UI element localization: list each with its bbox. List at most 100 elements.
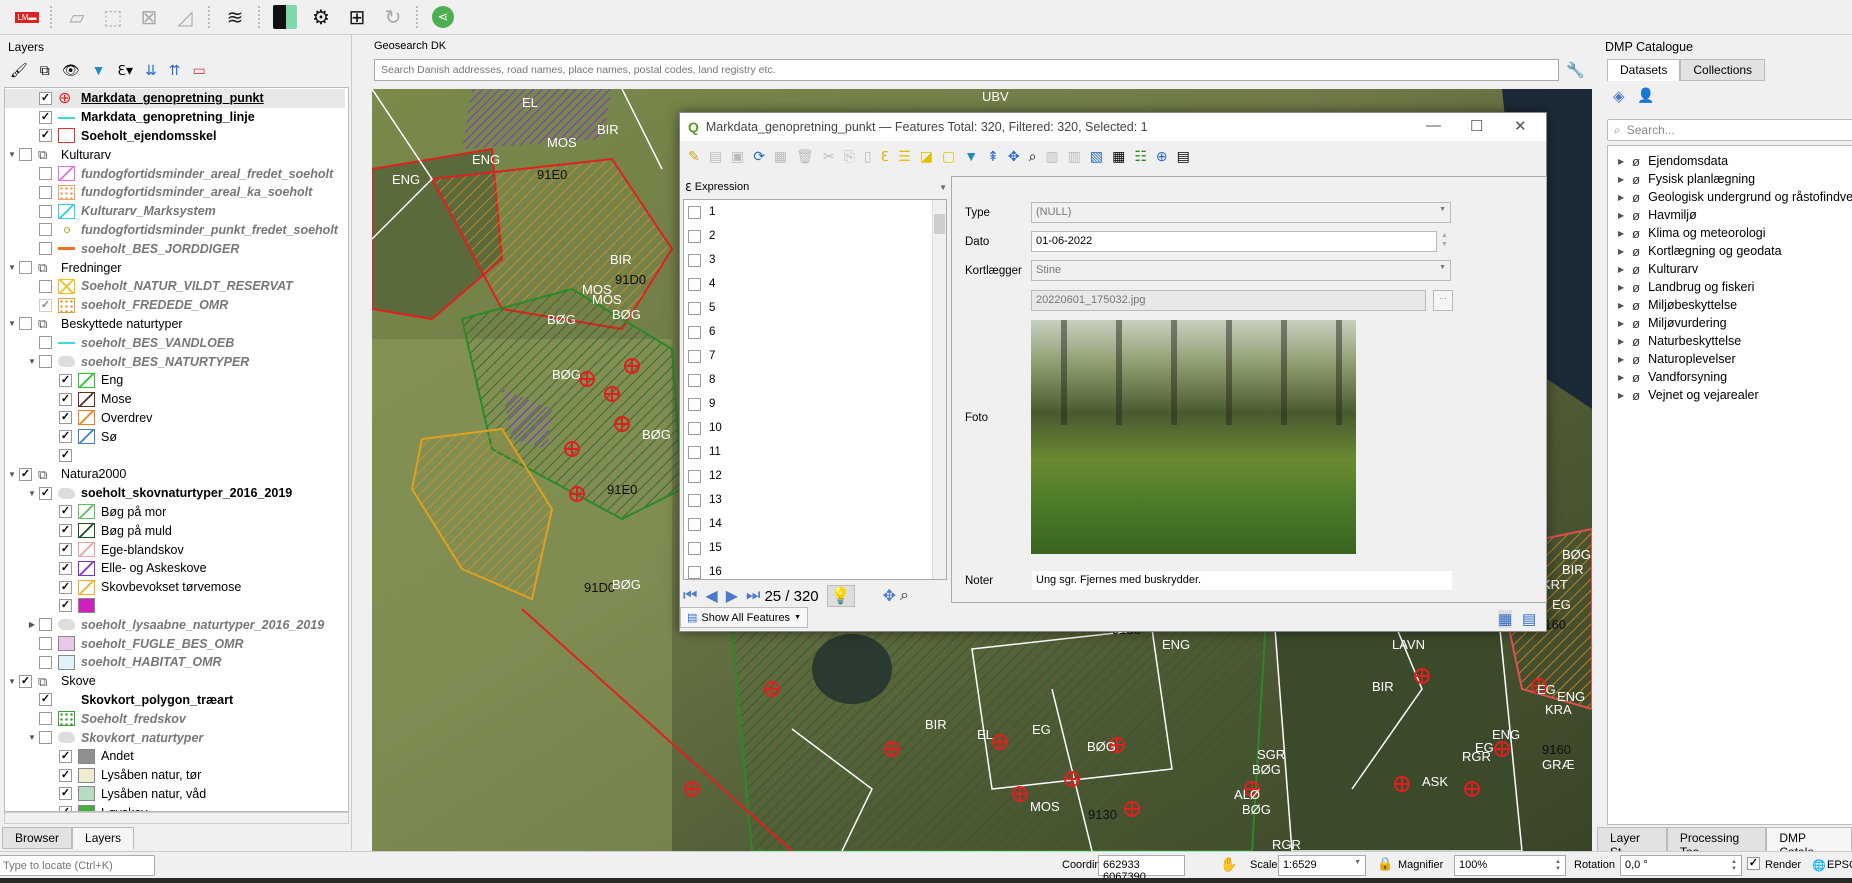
feature-point-marker[interactable]	[1464, 781, 1480, 797]
highlight-button[interactable]: 💡	[826, 585, 855, 607]
close-button[interactable]: ✕	[1514, 117, 1527, 135]
dataset-category[interactable]: ▶ ø Miljøvurdering	[1618, 314, 1727, 332]
save-icon[interactable]: ▣	[731, 148, 744, 165]
last-feature-button[interactable]: ⏭	[746, 587, 760, 605]
layer-visibility-checkbox[interactable]: ✓	[39, 693, 52, 707]
layer-visibility-checkbox[interactable]	[39, 167, 52, 181]
expand-arrow-icon[interactable]: ▶	[1618, 355, 1624, 364]
layer-tree-item[interactable]: ✓	[5, 597, 101, 616]
dataset-category[interactable]: ▶ ø Landbrug og fiskeri	[1618, 278, 1754, 296]
visibility-icon[interactable]: 👁	[62, 62, 80, 79]
layer-visibility-checkbox[interactable]	[19, 261, 32, 275]
filter-icon[interactable]: ▼	[964, 148, 978, 164]
share-icon[interactable]: ⋖	[430, 4, 456, 30]
layer-visibility-checkbox[interactable]	[39, 618, 52, 632]
expand-arrow-icon[interactable]: ▶	[1618, 247, 1624, 256]
remove-layer-icon[interactable]: ▭	[193, 62, 206, 79]
layer-tree-item[interactable]: fundogfortidsminder_areal_ka_soeholt	[5, 183, 312, 202]
zoom-to-icon[interactable]: ⌕	[1029, 148, 1037, 165]
lm-icon[interactable]: LM▬	[14, 4, 40, 30]
feature-checkbox[interactable]	[688, 277, 701, 291]
expand-arrow-icon[interactable]: ▼	[5, 470, 19, 479]
expand-arrow-icon[interactable]: ▶	[1618, 283, 1624, 292]
dataset-category[interactable]: ▶ ø Havmiljø	[1618, 206, 1697, 224]
layer-tree-item[interactable]: ✓ soeholt_FREDEDE_OMR	[5, 296, 228, 315]
feature-list-item[interactable]: 13	[684, 488, 722, 512]
layer-visibility-checkbox[interactable]	[19, 148, 32, 162]
expand-arrow-icon[interactable]: ▶	[1618, 211, 1624, 220]
style-icon[interactable]: 🖌	[10, 62, 28, 79]
refresh-icon[interactable]: ↻	[380, 4, 406, 30]
layer-visibility-checkbox[interactable]	[39, 185, 52, 199]
layer-tree-item[interactable]: ✓ Ege-blandskov	[5, 540, 184, 559]
layer-visibility-checkbox[interactable]	[39, 279, 52, 293]
select-icon[interactable]: ⬚	[100, 4, 126, 30]
expand-arrow-icon[interactable]: ▼	[25, 489, 39, 498]
toggle-edit-icon[interactable]: ✎	[688, 148, 700, 165]
add-group-icon[interactable]: ⧉	[40, 62, 50, 79]
geosearch-input[interactable]	[374, 59, 1559, 81]
collapse-all-icon[interactable]: ⇈	[169, 62, 181, 79]
layer-visibility-checkbox[interactable]: ✓	[59, 561, 72, 575]
horizontal-scrollbar[interactable]	[4, 812, 349, 824]
layer-tree-item[interactable]: soeholt_BES_JORDDIGER	[5, 239, 239, 258]
select-all-icon[interactable]: ☰	[898, 148, 911, 165]
feature-point-marker[interactable]	[579, 371, 595, 387]
dmp-dataset-tree[interactable]: ▶ ø Ejendomsdata ▶ ø Fysisk planlægning ▶ ø Geol…	[1607, 145, 1852, 825]
feature-list-item[interactable]: 6	[684, 320, 715, 344]
layer-visibility-checkbox[interactable]: ✓	[39, 91, 52, 105]
layer-visibility-checkbox[interactable]: ✓	[59, 599, 72, 613]
dataset-category[interactable]: ▶ ø Geologisk undergrund og råstofindven.	[1618, 188, 1852, 206]
coordinate-field[interactable]: 662933 6067390	[1098, 855, 1185, 883]
layer-visibility-checkbox[interactable]	[39, 223, 52, 237]
layer-tree-item[interactable]: ✓ Andet	[5, 747, 134, 766]
layers-icon[interactable]: ≋	[222, 4, 248, 30]
deselect-icon[interactable]: ▢	[942, 148, 955, 165]
layer-visibility-checkbox[interactable]	[39, 655, 52, 669]
feature-checkbox[interactable]	[688, 397, 701, 411]
layer-visibility-checkbox[interactable]	[19, 317, 32, 331]
layer-visibility-checkbox[interactable]: ✓	[59, 505, 72, 519]
layer-tree-item[interactable]: ✓ Lysåben natur, våd	[5, 785, 206, 804]
feature-checkbox[interactable]	[688, 565, 701, 579]
layer-visibility-checkbox[interactable]	[39, 242, 52, 256]
layer-tree-item[interactable]: ▼ ✓ ⧉ Natura2000	[5, 465, 126, 484]
extents-toggle-icon[interactable]: ✋	[1220, 856, 1237, 873]
expand-arrow-icon[interactable]: ▶	[1618, 229, 1624, 238]
feature-checkbox[interactable]	[688, 349, 701, 363]
layer-visibility-checkbox[interactable]: ✓	[59, 749, 72, 763]
tab-datasets[interactable]: Datasets	[1607, 59, 1681, 81]
feature-checkbox[interactable]	[688, 373, 701, 387]
layer-visibility-checkbox[interactable]: ✓	[39, 110, 52, 124]
layer-tree-item[interactable]: ✓ Markdata_genopretning_linje	[5, 108, 255, 127]
expand-arrow-icon[interactable]: ▶	[1618, 319, 1624, 328]
expand-arrow-icon[interactable]: ▼	[5, 319, 19, 328]
layer-tree-item[interactable]: ✓ Lysåben natur, tør	[5, 766, 201, 785]
feature-point-marker[interactable]	[764, 681, 780, 697]
type-select[interactable]: (NULL) ▼	[1031, 202, 1451, 223]
invert-selection-icon[interactable]: ◪	[920, 148, 933, 165]
dato-field[interactable]: 01-06-2022	[1031, 231, 1437, 252]
layer-tree-item[interactable]: Soeholt_NATUR_VILDT_RESERVAT	[5, 277, 293, 296]
expression-filter-icon[interactable]: ℇ▾	[117, 62, 133, 79]
layer-tree-item[interactable]: ✓Løvskov	[5, 803, 148, 811]
layer-visibility-checkbox[interactable]: ✓	[59, 524, 72, 538]
layer-visibility-checkbox[interactable]	[39, 637, 52, 651]
dataset-category[interactable]: ▶ ø Naturoplevelser	[1618, 350, 1736, 368]
expand-arrow-icon[interactable]: ▼	[5, 263, 19, 272]
paste-icon[interactable]: ▯	[864, 148, 872, 165]
expand-arrow-icon[interactable]: ▼	[25, 357, 39, 366]
layer-tree-item[interactable]: ✓ Elle- og Askeskove	[5, 559, 207, 578]
expand-arrow-icon[interactable]: ▶	[1618, 175, 1624, 184]
feature-list-item[interactable]: 16	[684, 560, 722, 579]
feature-list-item[interactable]: 4	[684, 272, 715, 296]
expression-selector[interactable]: ℇ Expression ▼	[683, 176, 947, 198]
expand-arrow-icon[interactable]: ▶	[1618, 373, 1624, 382]
kortlaegger-select[interactable]: Stine ▼	[1031, 260, 1451, 281]
gear-icon[interactable]: ⚙	[308, 4, 334, 30]
expand-arrow-icon[interactable]: ▼	[5, 677, 19, 686]
next-feature-button[interactable]: ▶	[726, 586, 738, 606]
feature-list[interactable]: 1 2 3 4 5 6 7 8 9 10 11 12 13 14 15 16	[683, 199, 947, 580]
expand-arrow-icon[interactable]: ▶	[1618, 265, 1624, 274]
feature-checkbox[interactable]	[688, 445, 701, 459]
